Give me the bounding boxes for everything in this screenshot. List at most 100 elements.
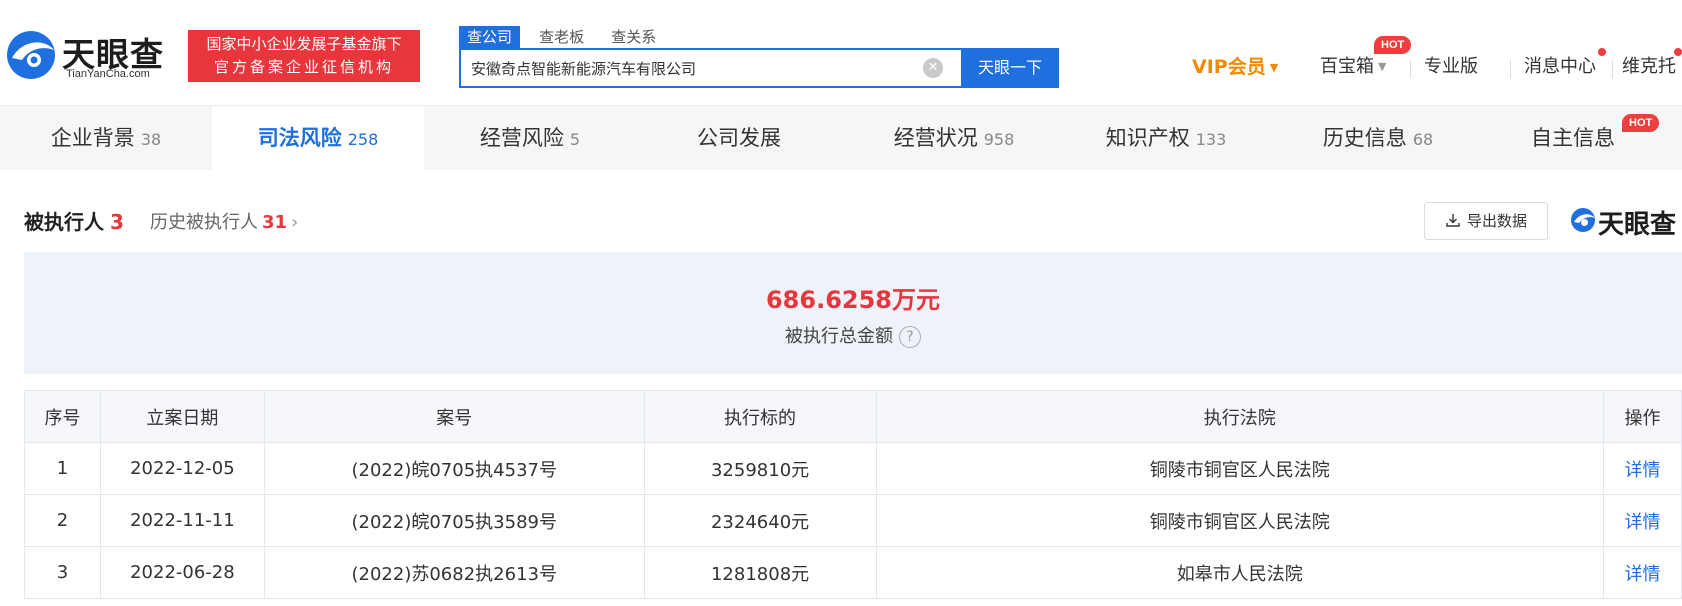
logo-domain: TianYanCha.com <box>66 68 150 80</box>
col-header-filing-date: 立案日期 <box>99 390 265 443</box>
tab-intellectual-property[interactable]: 知识产权 133 <box>1060 106 1272 170</box>
tab-history-info[interactable]: 历史信息 68 <box>1272 106 1484 170</box>
chevron-right-icon: › <box>291 212 299 233</box>
top-header: 天眼查 TianYanCha.com 国家中小企业发展子基金旗下 官方备案企业征… <box>0 0 1682 106</box>
detail-link[interactable]: 详情 <box>1603 442 1682 495</box>
tab-count: 958 <box>983 130 1015 149</box>
tab-operating-risk[interactable]: 经营风险 5 <box>424 106 636 170</box>
search-input[interactable] <box>471 50 911 86</box>
tab-label: 企业背景 <box>50 126 135 150</box>
tab-label: 历史信息 <box>1322 126 1407 150</box>
tianyancha-logo-icon <box>7 31 55 79</box>
unread-dot <box>1598 48 1606 56</box>
history-label: 历史被执行人 <box>150 212 258 233</box>
pro-version-link[interactable]: 专业版 <box>1424 50 1478 84</box>
section-title: 被执行人 3 <box>24 206 124 235</box>
section-count: 3 <box>110 210 124 234</box>
col-header-action: 操作 <box>1603 390 1682 443</box>
tab-judicial-risk[interactable]: 司法风险 258 <box>212 106 424 170</box>
tab-label: 知识产权 <box>1105 126 1190 150</box>
cell-court: 铜陵市铜官区人民法院 <box>875 442 1605 495</box>
vip-member-link[interactable]: VIP会员 ▼ <box>1192 50 1278 85</box>
cell-case-number: (2022)苏0682执2613号 <box>263 546 645 599</box>
cell-index: 3 <box>24 546 101 599</box>
user-dot <box>1674 48 1682 56</box>
tab-company-development[interactable]: 公司发展 <box>636 106 848 170</box>
tianyancha-logo-icon <box>1571 208 1595 232</box>
help-icon[interactable]: ? <box>899 326 921 348</box>
message-center-link[interactable]: 消息中心 <box>1524 50 1596 84</box>
cell-case-number: (2022)皖0705执3589号 <box>263 494 645 547</box>
tab-label: 公司发展 <box>697 126 781 150</box>
total-amount: 686.6258万元 <box>765 286 940 314</box>
cell-amount: 1281808元 <box>643 546 877 599</box>
table-row: 2 2022-11-11 (2022)皖0705执3589号 2324640元 … <box>24 494 1682 547</box>
clear-icon[interactable]: ✕ <box>923 58 943 78</box>
vip-label: VIP会员 <box>1192 56 1266 78</box>
col-header-amount: 执行标的 <box>643 390 877 443</box>
page: 天眼查 TianYanCha.com 国家中小企业发展子基金旗下 官方备案企业征… <box>0 0 1682 606</box>
divider <box>1410 60 1411 78</box>
executed-person-table: 序号 立案日期 案号 执行标的 执行法院 操作 1 2022-12-05 (20… <box>24 390 1682 599</box>
section-title-text: 被执行人 <box>24 210 104 234</box>
cell-case-number: (2022)皖0705执4537号 <box>263 442 645 495</box>
table-header-row: 序号 立案日期 案号 执行标的 执行法院 操作 <box>24 390 1682 443</box>
chevron-down-icon: ▼ <box>1378 60 1387 73</box>
tab-label: 经营风险 <box>479 126 564 150</box>
site-logo[interactable]: 天眼查 TianYanCha.com <box>4 28 174 84</box>
tab-label: 司法风险 <box>257 126 342 150</box>
baibaoxiang-menu[interactable]: 百宝箱 ▼ <box>1320 50 1386 84</box>
history-executed-link[interactable]: 历史被执行人 31 › <box>150 208 298 234</box>
search-tab-relation[interactable]: 查关系 <box>603 26 664 48</box>
tab-company-background[interactable]: 企业背景 38 <box>0 106 212 170</box>
total-amount-label: 被执行总金额 <box>785 326 893 347</box>
search-button[interactable]: 天眼一下 <box>961 48 1059 88</box>
download-icon <box>1446 214 1460 227</box>
search-type-tabs: 查公司 查老板 查关系 <box>459 26 670 48</box>
tab-count: 68 <box>1412 130 1434 149</box>
tab-count: 258 <box>347 130 379 149</box>
col-header-index: 序号 <box>24 390 101 443</box>
summary-panel: 686.6258万元 被执行总金额? <box>24 252 1682 374</box>
badge-line-2: 官方备案企业征信机构 <box>213 58 394 76</box>
search-tab-boss[interactable]: 查老板 <box>531 26 592 48</box>
export-data-button[interactable]: 导出数据 <box>1424 202 1548 240</box>
cell-index: 2 <box>24 494 101 547</box>
search-tab-company[interactable]: 查公司 <box>459 26 521 48</box>
table-row: 3 2022-06-28 (2022)苏0682执2613号 1281808元 … <box>24 546 1682 599</box>
chevron-down-icon: ▼ <box>1269 60 1279 74</box>
cell-index: 1 <box>24 442 101 495</box>
cell-amount: 2324640元 <box>643 494 877 547</box>
col-header-case-number: 案号 <box>263 390 645 443</box>
tab-label: 自主信息 <box>1531 126 1615 150</box>
dimension-tabs: 企业背景 38 司法风险 258 经营风险 5 公司发展 经营状况 958 知识产权 13… <box>0 106 1682 170</box>
official-badge: 国家中小企业发展子基金旗下 官方备案企业征信机构 <box>188 30 420 82</box>
cell-filing-date: 2022-11-11 <box>99 494 265 547</box>
hot-badge: HOT <box>1622 114 1660 132</box>
total-amount-label-row: 被执行总金额? <box>24 322 1682 348</box>
detail-link[interactable]: 详情 <box>1603 546 1682 599</box>
history-count: 31 <box>262 212 288 233</box>
cell-filing-date: 2022-06-28 <box>99 546 265 599</box>
tab-operating-status[interactable]: 经营状况 958 <box>848 106 1060 170</box>
table-row: 1 2022-12-05 (2022)皖0705执4537号 3259810元 … <box>24 442 1682 495</box>
col-header-court: 执行法院 <box>875 390 1605 443</box>
tab-label: 经营状况 <box>893 126 978 150</box>
tab-count: 133 <box>1195 130 1227 149</box>
user-menu[interactable]: 维克托 <box>1622 50 1676 84</box>
cell-court: 如皋市人民法院 <box>875 546 1605 599</box>
badge-line-1: 国家中小企业发展子基金旗下 <box>206 35 402 53</box>
divider <box>1510 60 1511 78</box>
export-label: 导出数据 <box>1466 212 1527 230</box>
brand-text: 天眼查 <box>1598 210 1677 240</box>
baibaoxiang-label: 百宝箱 <box>1320 56 1374 77</box>
cell-filing-date: 2022-12-05 <box>99 442 265 495</box>
tianyancha-watermark: 天眼查 <box>1570 204 1682 240</box>
tab-count: 38 <box>140 130 162 149</box>
tab-count: 5 <box>569 130 581 149</box>
header-nav: VIP会员 ▼ 百宝箱 ▼ HOT 专业版 消息中心 维克托 <box>1082 36 1682 85</box>
detail-link[interactable]: 详情 <box>1603 494 1682 547</box>
hot-badge: HOT <box>1374 36 1412 54</box>
cell-court: 铜陵市铜官区人民法院 <box>875 494 1605 547</box>
divider <box>1612 60 1613 78</box>
